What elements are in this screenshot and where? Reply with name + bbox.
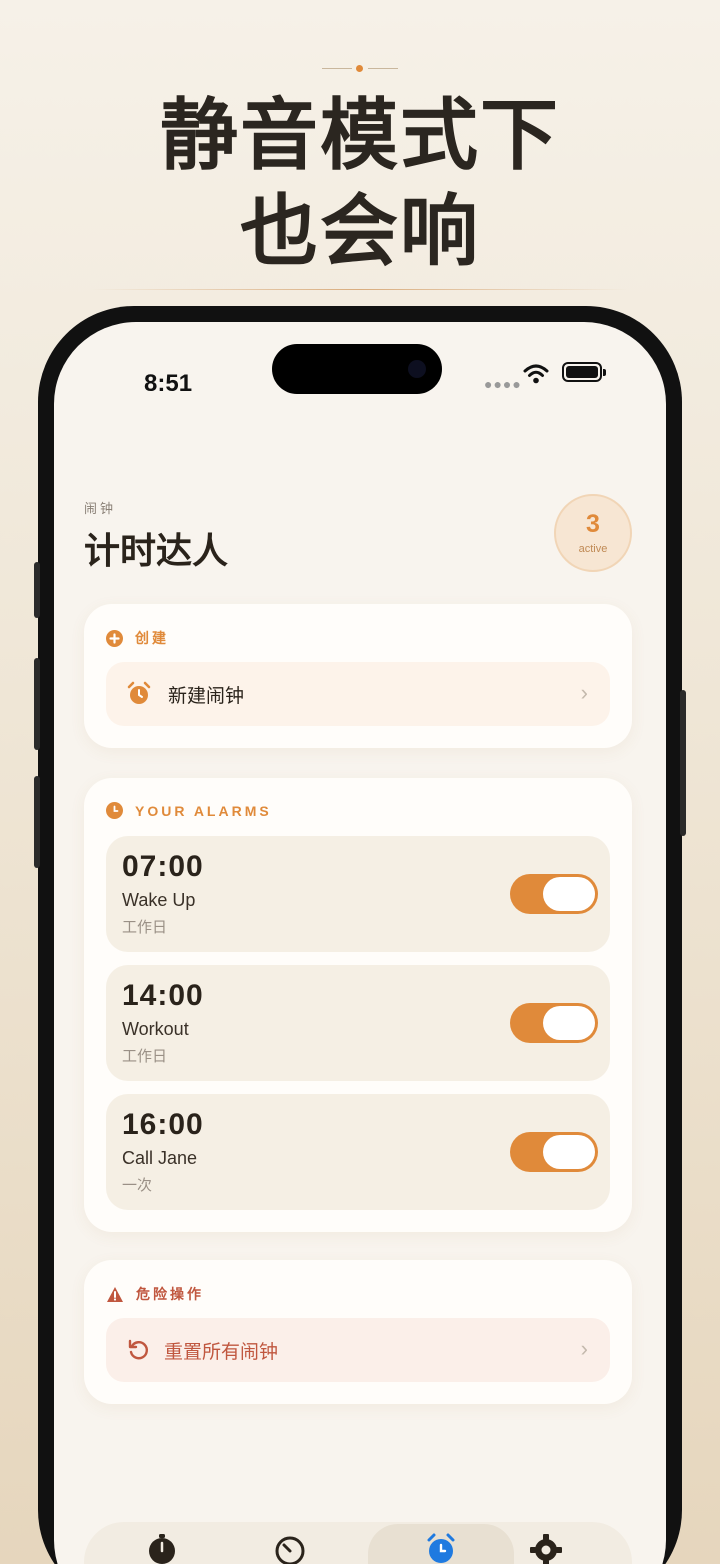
new-alarm-label: 新建闹钟 [168, 685, 245, 707]
clock-icon [106, 802, 123, 819]
alarm-item[interactable]: 16:00 Call Jane 一次 [106, 1094, 610, 1210]
alarm-time: 07:00 [122, 850, 204, 883]
app-screen: 8:51 ●●●● 闹钟 计时达人 3 active 创建 新建闹钟 › YOU… [54, 322, 666, 1564]
alarm-item[interactable]: 14:00 Workout 工作日 [106, 965, 610, 1081]
alarm-name: Call Jane [122, 1148, 198, 1168]
create-section-label: 创建 [106, 628, 169, 648]
alarm-clock-icon [427, 1533, 455, 1563]
phone-volume-down-button [34, 776, 40, 868]
alarm-time: 16:00 [122, 1108, 204, 1141]
active-count-badge: 3 active [554, 494, 632, 572]
danger-label-text: 危险操作 [136, 1286, 204, 1302]
danger-card: 危险操作 重置所有闹钟 › [84, 1260, 632, 1404]
chevron-right-icon: › [580, 680, 588, 705]
header-decoration [320, 64, 400, 74]
tab-alarms[interactable] [368, 1524, 514, 1564]
alarm-repeat: 工作日 [122, 1048, 168, 1065]
dynamic-island [272, 344, 442, 394]
tab-stopwatch[interactable] [132, 1532, 192, 1564]
create-label-text: 创建 [135, 630, 169, 646]
timer-icon [275, 1536, 305, 1564]
phone-power-button [680, 690, 686, 836]
chevron-right-icon: › [580, 1336, 588, 1361]
promo-headline: 静音模式下 也会响 [0, 88, 720, 280]
plus-circle-icon [106, 629, 123, 647]
alarm-name: Wake Up [122, 890, 196, 910]
alarm-clock-icon [127, 681, 151, 704]
alarms-label-text: YOUR ALARMS [135, 802, 272, 819]
page-title: 计时达人 [84, 531, 229, 572]
status-time: 8:51 [144, 370, 193, 397]
alarms-card: YOUR ALARMS 07:00 Wake Up 工作日 14:00 Work… [84, 778, 632, 1232]
tab-settings[interactable] [516, 1532, 576, 1564]
page-subtitle: 闹钟 [84, 501, 117, 516]
alarm-toggle[interactable] [510, 1132, 598, 1172]
alarm-item[interactable]: 07:00 Wake Up 工作日 [106, 836, 610, 952]
alarm-repeat: 工作日 [122, 919, 168, 936]
tab-bar [84, 1522, 632, 1564]
headline-divider [90, 289, 630, 290]
stopwatch-icon [149, 1534, 175, 1564]
alarm-toggle[interactable] [510, 874, 598, 914]
battery-icon [562, 362, 606, 382]
warning-icon [107, 1286, 123, 1302]
reset-all-label: 重置所有闹钟 [164, 1341, 279, 1363]
wifi-icon [523, 364, 549, 384]
new-alarm-button[interactable]: 新建闹钟 › [106, 662, 610, 726]
alarm-toggle[interactable] [510, 1003, 598, 1043]
promo-line-2: 也会响 [239, 187, 480, 277]
reset-icon [128, 1339, 148, 1360]
phone-volume-up-button [34, 658, 40, 750]
phone-action-button [34, 562, 40, 618]
alarm-time: 14:00 [122, 979, 204, 1012]
active-count: 3 [586, 510, 600, 538]
gear-icon [530, 1534, 562, 1564]
alarms-section-label: YOUR ALARMS [106, 802, 272, 819]
alarm-repeat: 一次 [122, 1177, 153, 1194]
promo-line-1: 静音模式下 [159, 91, 560, 181]
active-label: active [578, 543, 608, 555]
tab-timer[interactable] [260, 1532, 320, 1564]
reset-all-alarms-button[interactable]: 重置所有闹钟 › [106, 1318, 610, 1382]
danger-section-label: 危险操作 [106, 1284, 204, 1304]
signal-icon: ●●●● [484, 376, 522, 392]
alarm-name: Workout [122, 1019, 189, 1039]
phone-frame: 8:51 ●●●● 闹钟 计时达人 3 active 创建 新建闹钟 › YOU… [34, 306, 686, 1564]
create-card: 创建 新建闹钟 › [84, 604, 632, 748]
